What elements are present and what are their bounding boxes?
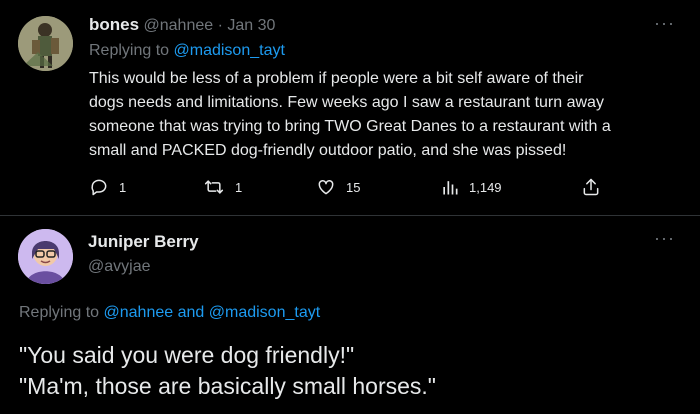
reply2-replying-and: and	[177, 304, 205, 321]
share-icon	[583, 178, 599, 196]
reply-count: 1	[119, 179, 127, 195]
avatar-juniper-berry-image	[18, 229, 73, 284]
ellipsis-icon: ···	[654, 228, 675, 248]
reply2-replying-to: Replying to @nahnee and @madison_tayt	[19, 302, 320, 324]
reply1-text-line: someone that was trying to bring TWO Gre…	[89, 118, 611, 135]
reply2-text: "You said you were dog friendly!" "Ma'm,…	[19, 340, 436, 402]
share-button[interactable]	[581, 177, 601, 197]
reply-button[interactable]: 1	[89, 177, 126, 197]
reply1-separator: ·	[217, 17, 223, 34]
reply1-text: This would be less of a problem if peopl…	[89, 67, 611, 163]
reply1-date[interactable]: Jan 30	[227, 17, 275, 34]
reply1-replying-to: Replying to @madison_tayt	[89, 40, 285, 62]
reply1-header: bones @nahnee · Jan 30	[89, 14, 275, 37]
reply1-more-button[interactable]: ···	[654, 14, 675, 32]
views-icon	[443, 181, 458, 195]
ellipsis-icon: ···	[654, 13, 675, 33]
avatar-bones-image	[18, 16, 73, 71]
reply2-handle[interactable]: @avyjae	[88, 256, 151, 278]
reply1-text-line: small and PACKED dog-friendly outdoor pa…	[89, 142, 567, 159]
avatar-bones[interactable]	[18, 16, 73, 71]
retweet-button[interactable]: 1	[203, 177, 242, 197]
avatar-juniper-berry[interactable]	[18, 229, 73, 284]
reply2-replying-prefix: Replying to	[19, 304, 100, 321]
reply1-display-name[interactable]: bones	[89, 15, 139, 34]
reply1-replying-handle[interactable]: @madison_tayt	[174, 42, 285, 59]
reply2-replying-handle-1[interactable]: @nahnee	[104, 304, 174, 321]
reply2-display-name[interactable]: Juniper Berry	[88, 231, 199, 253]
retweet-icon	[204, 180, 224, 194]
reply2-replying-handle-2[interactable]: @madison_tayt	[209, 304, 320, 321]
reply2-more-button[interactable]: ···	[654, 229, 675, 247]
retweet-count: 1	[235, 179, 243, 195]
reply2-text-line: "Ma'm, those are basically small horses.…	[19, 373, 436, 399]
reply1-text-line: dogs needs and limitations. Few weeks ag…	[89, 94, 604, 111]
like-count: 15	[346, 179, 361, 195]
views-count: 1,149	[469, 179, 502, 195]
reply1-handle[interactable]: @nahnee	[144, 17, 214, 34]
reply-icon	[91, 179, 107, 196]
views-button[interactable]: 1,149	[441, 177, 502, 197]
like-button[interactable]: 15	[316, 177, 360, 197]
reply2-text-line: "You said you were dog friendly!"	[19, 342, 355, 368]
reply1-replying-prefix: Replying to	[89, 42, 170, 59]
like-icon	[318, 179, 334, 195]
tweet-divider	[0, 215, 700, 216]
reply1-text-line: This would be less of a problem if peopl…	[89, 70, 584, 87]
